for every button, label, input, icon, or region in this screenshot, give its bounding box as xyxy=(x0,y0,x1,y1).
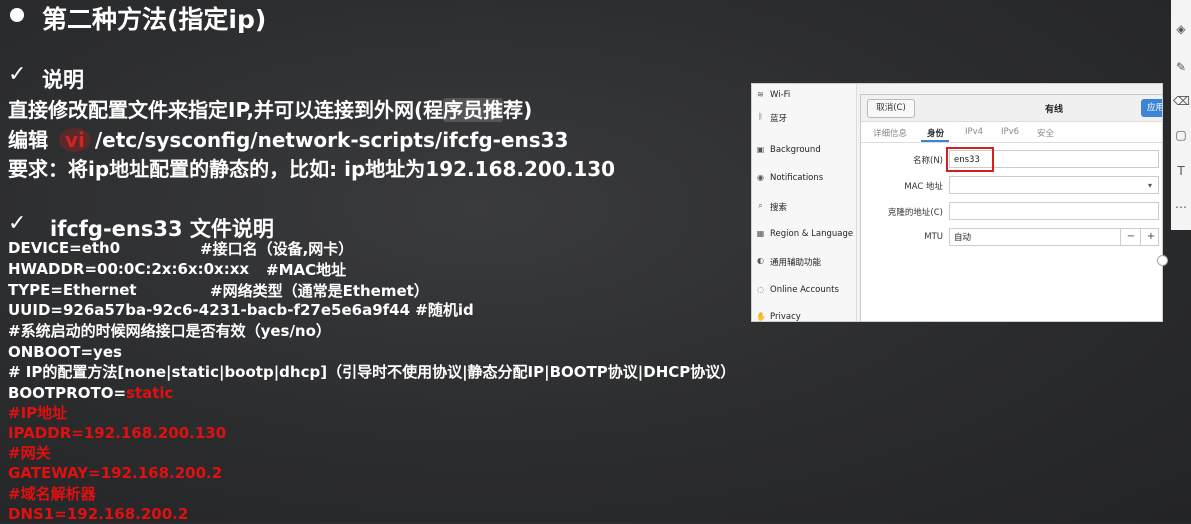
code-proto-comment: # IP的配置方法[none|static|bootp|dhcp]（引导时不使用… xyxy=(8,363,736,381)
code-dns1: DNS1=192.168.200.2 xyxy=(8,505,189,523)
sidebar-item-accessibility[interactable]: ◐ 通用辅助功能 xyxy=(752,250,856,276)
sidebar-item-online-accounts[interactable]: ◌ Online Accounts xyxy=(752,279,856,305)
privacy-icon: ✋ xyxy=(756,312,766,321)
resize-handle[interactable] xyxy=(1157,255,1168,266)
mtu-field[interactable]: 自动 − + xyxy=(949,228,1159,246)
cloned-address-label: 克隆的地址(C) xyxy=(887,208,943,218)
tab-ipv4[interactable]: IPv4 xyxy=(965,127,983,137)
code-hwaddr: HWADDR=00:0C:2x:6x:0x:xx xyxy=(8,260,250,278)
bullet-dot xyxy=(10,8,24,22)
section-heading-description: 说明 xyxy=(42,68,84,92)
cloned-address-field[interactable] xyxy=(949,202,1159,220)
code-dns-comment: #域名解析器 xyxy=(8,485,96,503)
mtu-increment-button[interactable]: + xyxy=(1140,229,1161,245)
code-type: TYPE=Ethernet xyxy=(8,281,137,299)
code-gateway-comment: #网关 xyxy=(8,444,51,462)
description-line-3: 要求：将ip地址配置的静态的，比如: ip地址为192.168.200.130 xyxy=(8,157,616,181)
slide-title: 第二种方法(指定ip) xyxy=(42,5,267,34)
highlight-box xyxy=(946,147,994,172)
description-line-2: 编辑 vi/etc/sysconfig/network-scripts/ifcf… xyxy=(8,128,569,152)
tab-details[interactable]: 详细信息 xyxy=(873,127,907,139)
tab-ipv6[interactable]: IPv6 xyxy=(1001,127,1019,137)
dialog-title: 有线 xyxy=(1045,105,1064,115)
accessibility-icon: ◐ xyxy=(757,256,764,265)
checkmark-icon: ✓ xyxy=(8,211,27,236)
tab-identity[interactable]: 身份 xyxy=(927,127,944,139)
chevron-down-icon: ▾ xyxy=(1147,181,1152,190)
mtu-value: 自动 xyxy=(954,233,972,243)
more-icon[interactable]: ⋯ xyxy=(1173,198,1189,216)
shape-icon[interactable]: ▢ xyxy=(1173,126,1189,144)
search-icon: ⌕ xyxy=(758,201,763,210)
mtu-decrement-button[interactable]: − xyxy=(1120,229,1141,245)
code-device: DEVICE=eth0 xyxy=(8,239,121,257)
dialog-header: 取消(C) 有线 应用( xyxy=(861,95,1162,122)
dialog-tabs: 详细信息 身份 IPv4 IPv6 安全 xyxy=(861,122,1162,143)
mtu-label: MTU xyxy=(924,232,943,242)
sidebar-item-background[interactable]: ▣ Background xyxy=(752,139,856,165)
annotation-toolbar: ◈ ✎ ⌫ ▢ T ⋯ xyxy=(1171,0,1191,230)
active-tab-indicator xyxy=(921,140,949,142)
wifi-icon: ≋ xyxy=(757,90,764,99)
network-settings-screenshot: ≋ Wi-Fi ᛒ 蓝牙 ▣ Background ◉ Notifications ⌕ 搜… xyxy=(751,83,1163,322)
mac-address-select[interactable]: ▾ xyxy=(949,176,1159,194)
sidebar-item-search[interactable]: ⌕ 搜索 xyxy=(752,195,856,221)
code-ipaddr: IPADDR=192.168.200.130 xyxy=(8,424,227,442)
mac-label: MAC 地址 xyxy=(904,182,943,192)
description-line-1: 直接修改配置文件来指定IP,并可以连接到外网(程序员推荐) xyxy=(8,98,533,122)
vi-command: vi xyxy=(58,128,91,152)
checkmark-icon: ✓ xyxy=(8,62,27,87)
layers-icon[interactable]: ◈ xyxy=(1173,20,1189,38)
apply-button[interactable]: 应用( xyxy=(1141,99,1162,117)
name-label: 名称(N) xyxy=(913,156,943,166)
code-type-comment: #网络类型（通常是Ethemet） xyxy=(210,282,429,300)
code-onboot-comment: #系统启动的时候网络接口是否有效（yes/no） xyxy=(8,322,331,340)
settings-sidebar: ≋ Wi-Fi ᛒ 蓝牙 ▣ Background ◉ Notifications ⌕ 搜… xyxy=(752,84,857,321)
text-icon[interactable]: T xyxy=(1173,162,1189,180)
sidebar-item-region[interactable]: ▦ Region & Language xyxy=(752,223,856,249)
sidebar-item-privacy[interactable]: ✋ Privacy xyxy=(752,306,856,321)
notifications-icon: ◉ xyxy=(757,173,764,182)
eraser-icon[interactable]: ⌫ xyxy=(1173,92,1190,110)
tab-security[interactable]: 安全 xyxy=(1037,127,1054,139)
wired-settings-dialog: 取消(C) 有线 应用( 详细信息 身份 IPv4 IPv6 安全 名称(N) … xyxy=(860,94,1162,321)
background-icon: ▣ xyxy=(756,145,765,154)
code-bootproto: BOOTPROTO=static xyxy=(8,384,174,402)
bluetooth-icon: ᛒ xyxy=(758,112,763,121)
code-ip-comment: #IP地址 xyxy=(8,404,68,422)
code-hwaddr-comment: #MAC地址 xyxy=(266,261,347,279)
sidebar-item-bluetooth[interactable]: ᛒ 蓝牙 xyxy=(752,106,856,132)
code-gateway: GATEWAY=192.168.200.2 xyxy=(8,464,223,482)
online-accounts-icon: ◌ xyxy=(757,285,764,294)
code-uuid: UUID=926a57ba-92c6-4231-bacb-f27e5e6a9f4… xyxy=(8,301,474,319)
code-onboot: ONBOOT=yes xyxy=(8,343,122,361)
pen-icon[interactable]: ✎ xyxy=(1173,58,1189,76)
region-icon: ▦ xyxy=(756,229,765,238)
sidebar-item-notifications[interactable]: ◉ Notifications xyxy=(752,167,856,193)
code-device-comment: #接口名（设备,网卡） xyxy=(200,240,354,258)
cancel-button[interactable]: 取消(C) xyxy=(867,99,915,118)
